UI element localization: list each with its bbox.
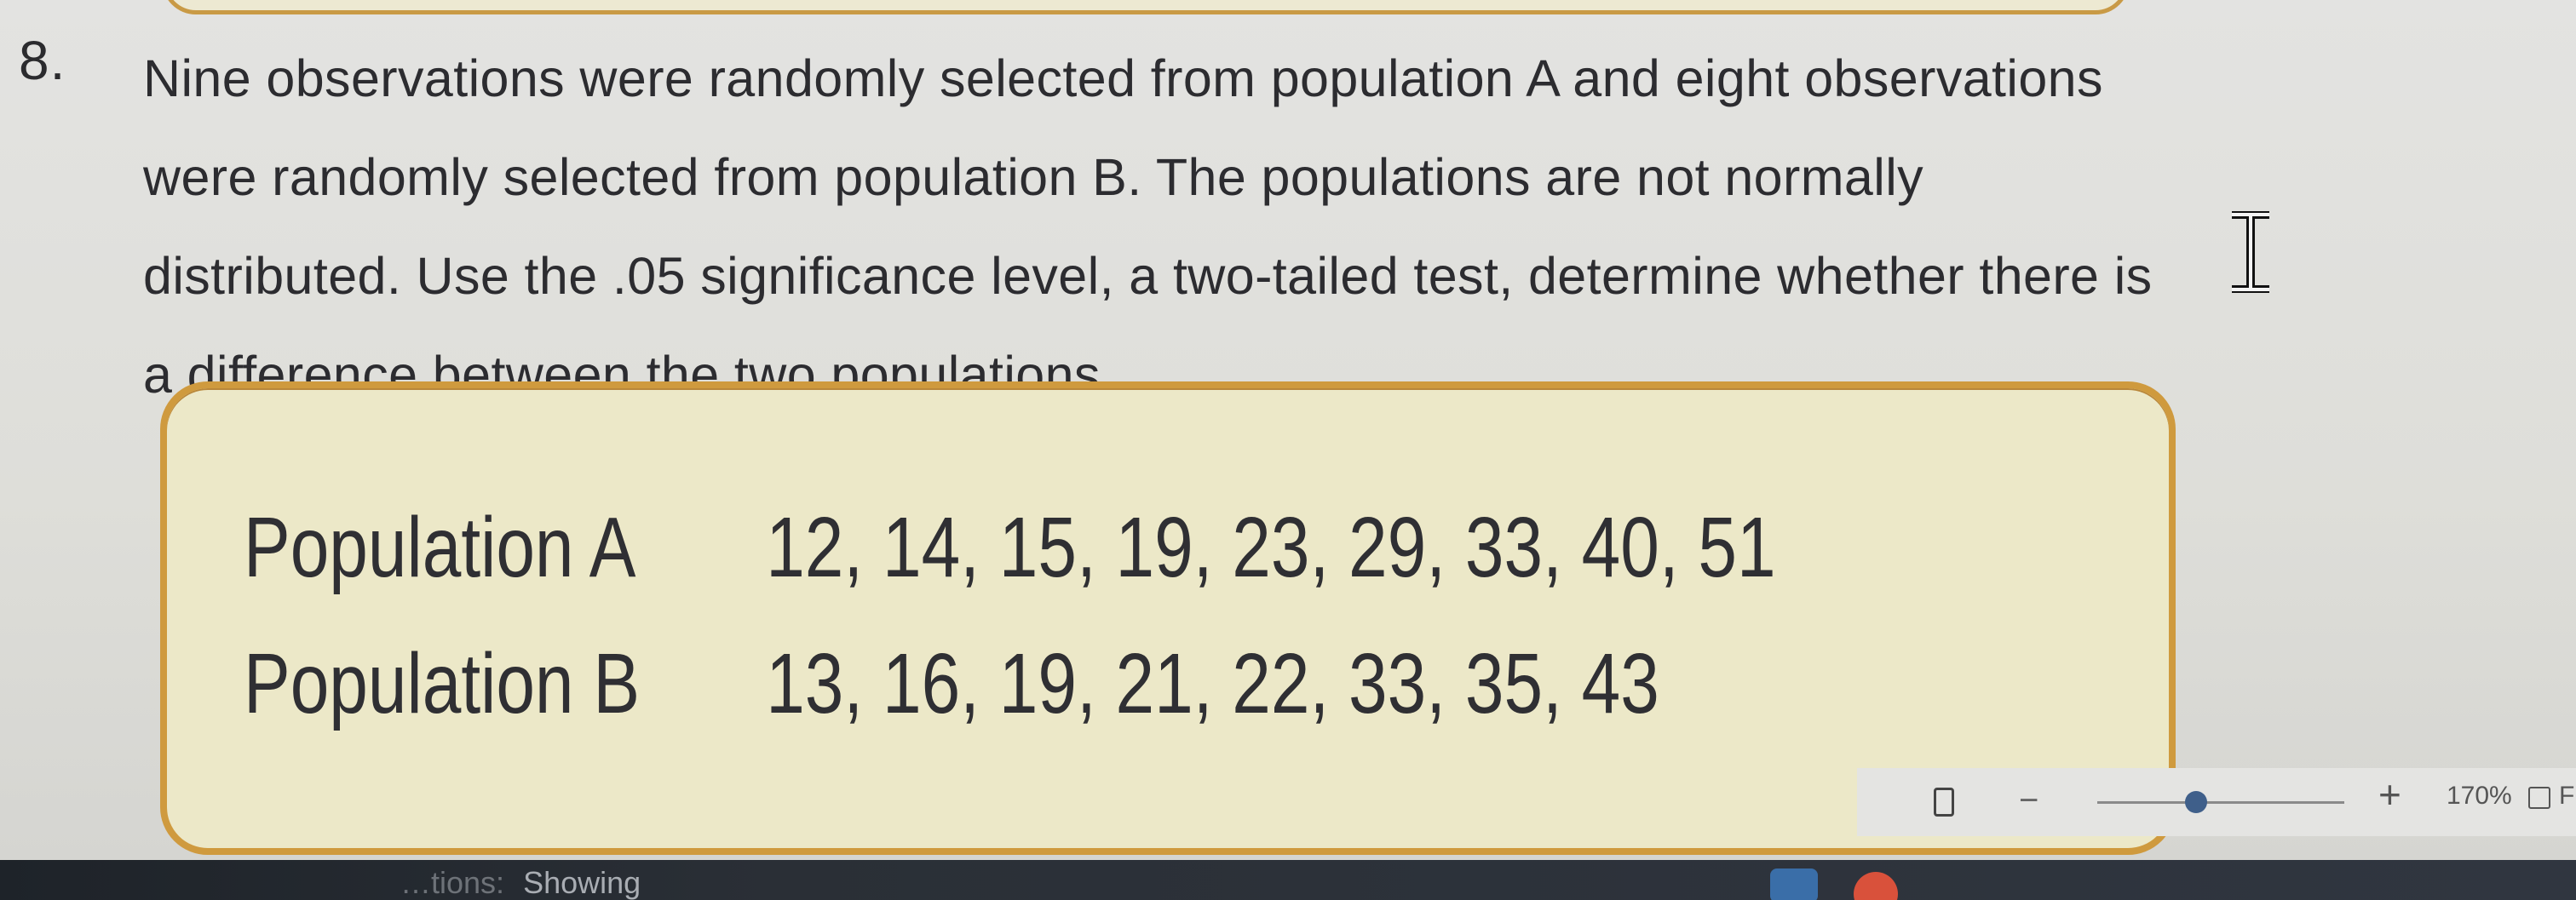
fit-label[interactable]: F [2559, 782, 2574, 811]
taskbar-prefix: …tions: [400, 865, 505, 900]
population-b-values: 13, 16, 19, 21, 22, 33, 35, 43 [766, 636, 1659, 731]
population-a-label: Population A [244, 500, 636, 595]
question-number: 8. [19, 30, 66, 91]
question-line: were randomly selected from population B… [143, 148, 1924, 206]
taskbar [0, 860, 2576, 900]
taskbar-app-icon[interactable] [1770, 868, 1818, 900]
document-page: 8. Nine observations were randomly selec… [0, 0, 2470, 855]
zoom-in-button[interactable]: + [2378, 771, 2401, 817]
question-line: distributed. Use the .05 significance le… [143, 247, 2153, 305]
population-b-label: Population B [244, 636, 641, 731]
zoom-slider-track[interactable] [2097, 801, 2344, 804]
taskbar-text: …tions: Showing [400, 865, 641, 900]
table-row: Population A 12, 14, 15, 19, 23, 29, 33,… [244, 499, 1776, 597]
population-a-values: 12, 14, 15, 19, 23, 29, 33, 40, 51 [766, 500, 1776, 595]
zoom-level[interactable]: 170% [2447, 782, 2512, 811]
zoom-out-button[interactable]: − [2019, 782, 2038, 820]
fit-width-icon[interactable] [2528, 787, 2550, 809]
page-view-icon[interactable] [1934, 788, 1954, 817]
screen: 8. Nine observations were randomly selec… [0, 0, 2576, 900]
zoom-slider-thumb[interactable] [2185, 791, 2207, 813]
taskbar-showing: Showing [523, 865, 641, 900]
question-text: Nine observations were randomly selected… [143, 29, 2443, 424]
text-cursor-icon [2232, 211, 2269, 293]
question-line: Nine observations were randomly selected… [143, 49, 2103, 107]
table-row: Population B 13, 16, 19, 21, 22, 33, 35,… [244, 635, 1659, 733]
